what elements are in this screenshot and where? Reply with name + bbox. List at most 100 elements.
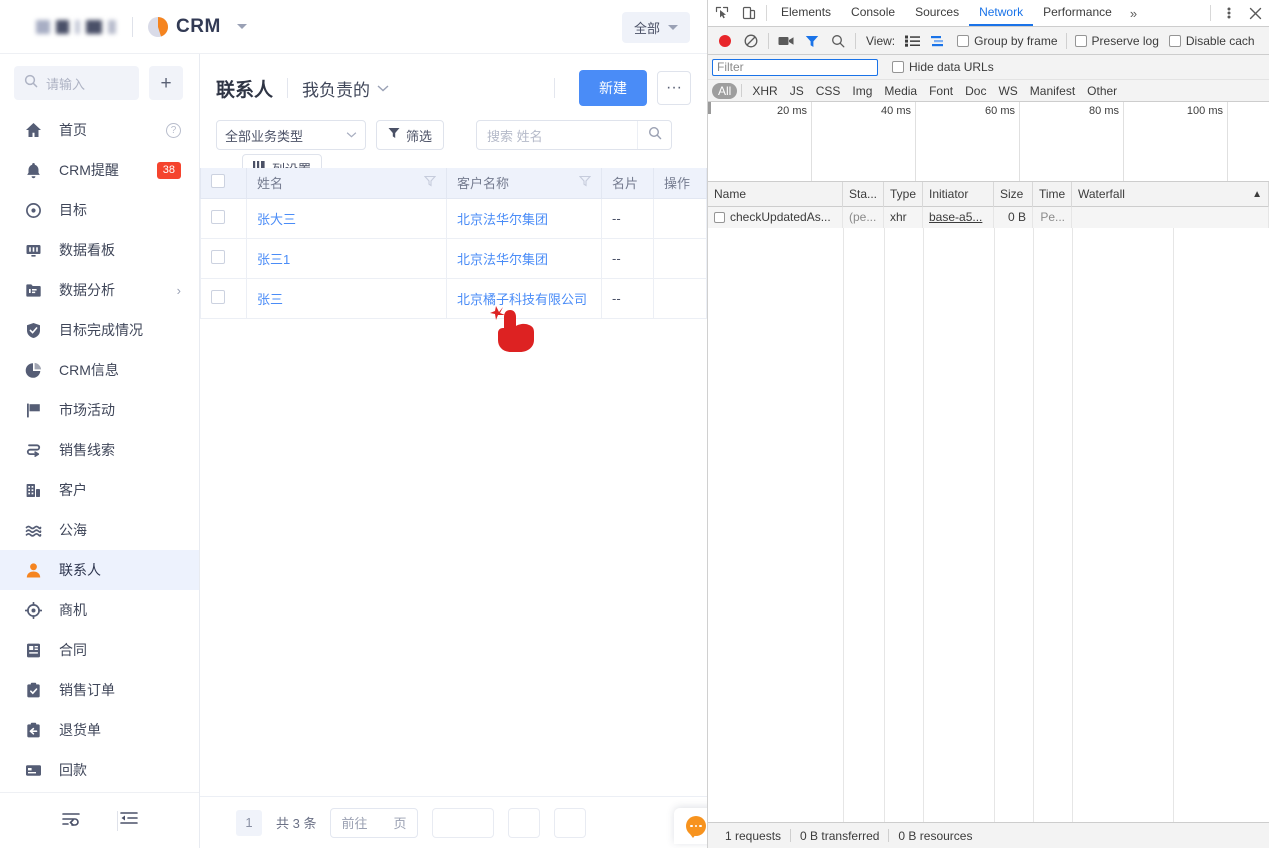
select-all-checkbox[interactable]	[211, 174, 225, 188]
request-name-cell[interactable]: checkUpdatedAs...	[708, 207, 843, 228]
preserve-log-checkbox[interactable]: Preserve log	[1075, 34, 1159, 48]
devtools-tab-elements[interactable]: Elements	[771, 0, 841, 26]
sidebar-item-10[interactable]: 客户	[0, 470, 199, 510]
text-wrap-icon[interactable]	[61, 810, 81, 831]
sidebar-item-8[interactable]: 市场活动	[0, 390, 199, 430]
column-header-size[interactable]: Size	[994, 182, 1033, 207]
sidebar-item-4[interactable]: 数据看板	[0, 230, 199, 270]
column-header-type[interactable]: Type	[884, 182, 923, 207]
list-view-icon[interactable]	[899, 28, 925, 54]
scope-filter-dropdown[interactable]: 全部	[622, 12, 690, 43]
funnel-icon[interactable]	[579, 175, 591, 190]
table-header-name[interactable]: 姓名	[247, 168, 447, 198]
sidebar-item-5[interactable]: 数据分析›	[0, 270, 199, 310]
column-header-status[interactable]: Sta...	[843, 182, 884, 207]
new-contact-button[interactable]: 新建	[579, 70, 647, 106]
request-checkbox[interactable]	[714, 212, 725, 223]
sidebar-item-6[interactable]: 目标完成情况	[0, 310, 199, 350]
more-actions-button[interactable]: ···	[657, 71, 691, 105]
camera-icon[interactable]	[773, 28, 799, 54]
help-icon[interactable]: ?	[166, 123, 181, 138]
filter-button[interactable]: 筛选	[376, 120, 444, 150]
column-header-time[interactable]: Time	[1033, 182, 1072, 207]
type-filter-font[interactable]: Font	[923, 83, 959, 99]
devtools-tab-performance[interactable]: Performance	[1033, 0, 1122, 26]
chat-widget[interactable]: 企信 11 展开	[674, 808, 708, 844]
table-row[interactable]: 张三北京橘子科技有限公司--	[201, 278, 707, 318]
contact-name-link[interactable]: 张三	[257, 292, 283, 307]
type-filter-all[interactable]: All	[712, 83, 737, 99]
column-header-initiator[interactable]: Initiator	[923, 182, 994, 207]
sidebar-search-input[interactable]: 请输入	[14, 66, 139, 100]
type-filter-manifest[interactable]: Manifest	[1024, 83, 1081, 99]
request-list[interactable]: checkUpdatedAs...(pe...xhrbase-a5...0 BP…	[708, 207, 1269, 822]
devtools-tab-network[interactable]: Network	[969, 0, 1033, 26]
row-checkbox[interactable]	[211, 210, 225, 224]
request-initiator-link[interactable]: base-a5...	[929, 210, 982, 224]
sidebar-item-2[interactable]: CRM提醒38	[0, 150, 199, 190]
sidebar-item-12[interactable]: 联系人	[0, 550, 199, 590]
sidebar-item-11[interactable]: 公海	[0, 510, 199, 550]
sidebar-item-3[interactable]: 目标	[0, 190, 199, 230]
business-type-select[interactable]: 全部业务类型	[216, 120, 366, 150]
pagination-extra-control-1[interactable]	[432, 808, 494, 838]
record-stop-icon[interactable]	[712, 28, 738, 54]
contact-name-link[interactable]: 张三1	[257, 252, 290, 267]
search-submit-button[interactable]	[637, 121, 671, 149]
clear-icon[interactable]	[738, 28, 764, 54]
page-number-1[interactable]: 1	[236, 810, 262, 836]
sidebar-add-button[interactable]: +	[149, 66, 183, 100]
network-filter-input[interactable]: Filter	[712, 59, 878, 76]
sidebar-item-13[interactable]: 商机	[0, 590, 199, 630]
row-action-cell[interactable]	[654, 278, 707, 318]
type-filter-media[interactable]: Media	[878, 83, 923, 99]
device-toolbar-icon[interactable]	[735, 0, 762, 26]
pagination-extra-control-2[interactable]	[508, 808, 540, 838]
row-checkbox[interactable]	[211, 290, 225, 304]
disable-cache-checkbox[interactable]: Disable cach	[1169, 34, 1255, 48]
pagination-extra-control-3[interactable]	[554, 808, 586, 838]
sidebar-item-9[interactable]: 销售线索	[0, 430, 199, 470]
hide-data-urls-checkbox[interactable]: Hide data URLs	[892, 60, 994, 74]
view-scope-dropdown[interactable]: 我负责的	[302, 76, 389, 101]
chevron-double-right-icon[interactable]: »	[1122, 0, 1145, 26]
table-row[interactable]: 张大三北京法华尔集团--	[201, 198, 707, 238]
funnel-icon[interactable]	[799, 28, 825, 54]
sidebar-item-15[interactable]: 销售订单	[0, 670, 199, 710]
customer-name-link[interactable]: 北京橘子科技有限公司	[457, 292, 587, 307]
type-filter-js[interactable]: JS	[784, 83, 810, 99]
sidebar-item-7[interactable]: CRM信息	[0, 350, 199, 390]
sidebar-item-16[interactable]: 退货单	[0, 710, 199, 750]
collapse-sidebar-icon[interactable]	[119, 810, 139, 831]
network-overview-timeline[interactable]: 20 ms40 ms60 ms80 ms100 ms	[708, 102, 1269, 182]
sidebar-item-1[interactable]: 首页?	[0, 110, 199, 150]
type-filter-xhr[interactable]: XHR	[746, 83, 783, 99]
crm-brand[interactable]: CRM	[147, 16, 247, 38]
funnel-icon[interactable]	[424, 175, 436, 190]
column-header-waterfall[interactable]: Waterfall ▲	[1072, 182, 1269, 207]
column-header-name[interactable]: Name	[708, 182, 843, 207]
close-icon[interactable]	[1242, 0, 1269, 26]
type-filter-css[interactable]: CSS	[810, 83, 847, 99]
devtools-tab-sources[interactable]: Sources	[905, 0, 969, 26]
kebab-menu-icon[interactable]	[1215, 0, 1242, 26]
table-header-customer[interactable]: 客户名称	[447, 168, 602, 198]
type-filter-doc[interactable]: Doc	[959, 83, 992, 99]
devtools-tab-console[interactable]: Console	[841, 0, 905, 26]
type-filter-ws[interactable]: WS	[992, 83, 1023, 99]
search-icon[interactable]	[825, 28, 851, 54]
name-search-input[interactable]: 搜索 姓名	[476, 120, 672, 150]
customer-name-link[interactable]: 北京法华尔集团	[457, 212, 548, 227]
sidebar-item-14[interactable]: 合同	[0, 630, 199, 670]
customer-name-link[interactable]: 北京法华尔集团	[457, 252, 548, 267]
inspect-element-icon[interactable]	[708, 0, 735, 26]
type-filter-other[interactable]: Other	[1081, 83, 1123, 99]
row-action-cell[interactable]	[654, 198, 707, 238]
chevron-down-icon[interactable]	[237, 24, 247, 29]
waterfall-view-icon[interactable]	[925, 28, 951, 54]
type-filter-img[interactable]: Img	[846, 83, 878, 99]
goto-page-input[interactable]: 前往 页	[330, 808, 417, 838]
table-row[interactable]: 张三1北京法华尔集团--	[201, 238, 707, 278]
request-row[interactable]: checkUpdatedAs...(pe...xhrbase-a5...0 BP…	[708, 207, 1269, 228]
group-by-frame-checkbox[interactable]: Group by frame	[957, 34, 1057, 48]
